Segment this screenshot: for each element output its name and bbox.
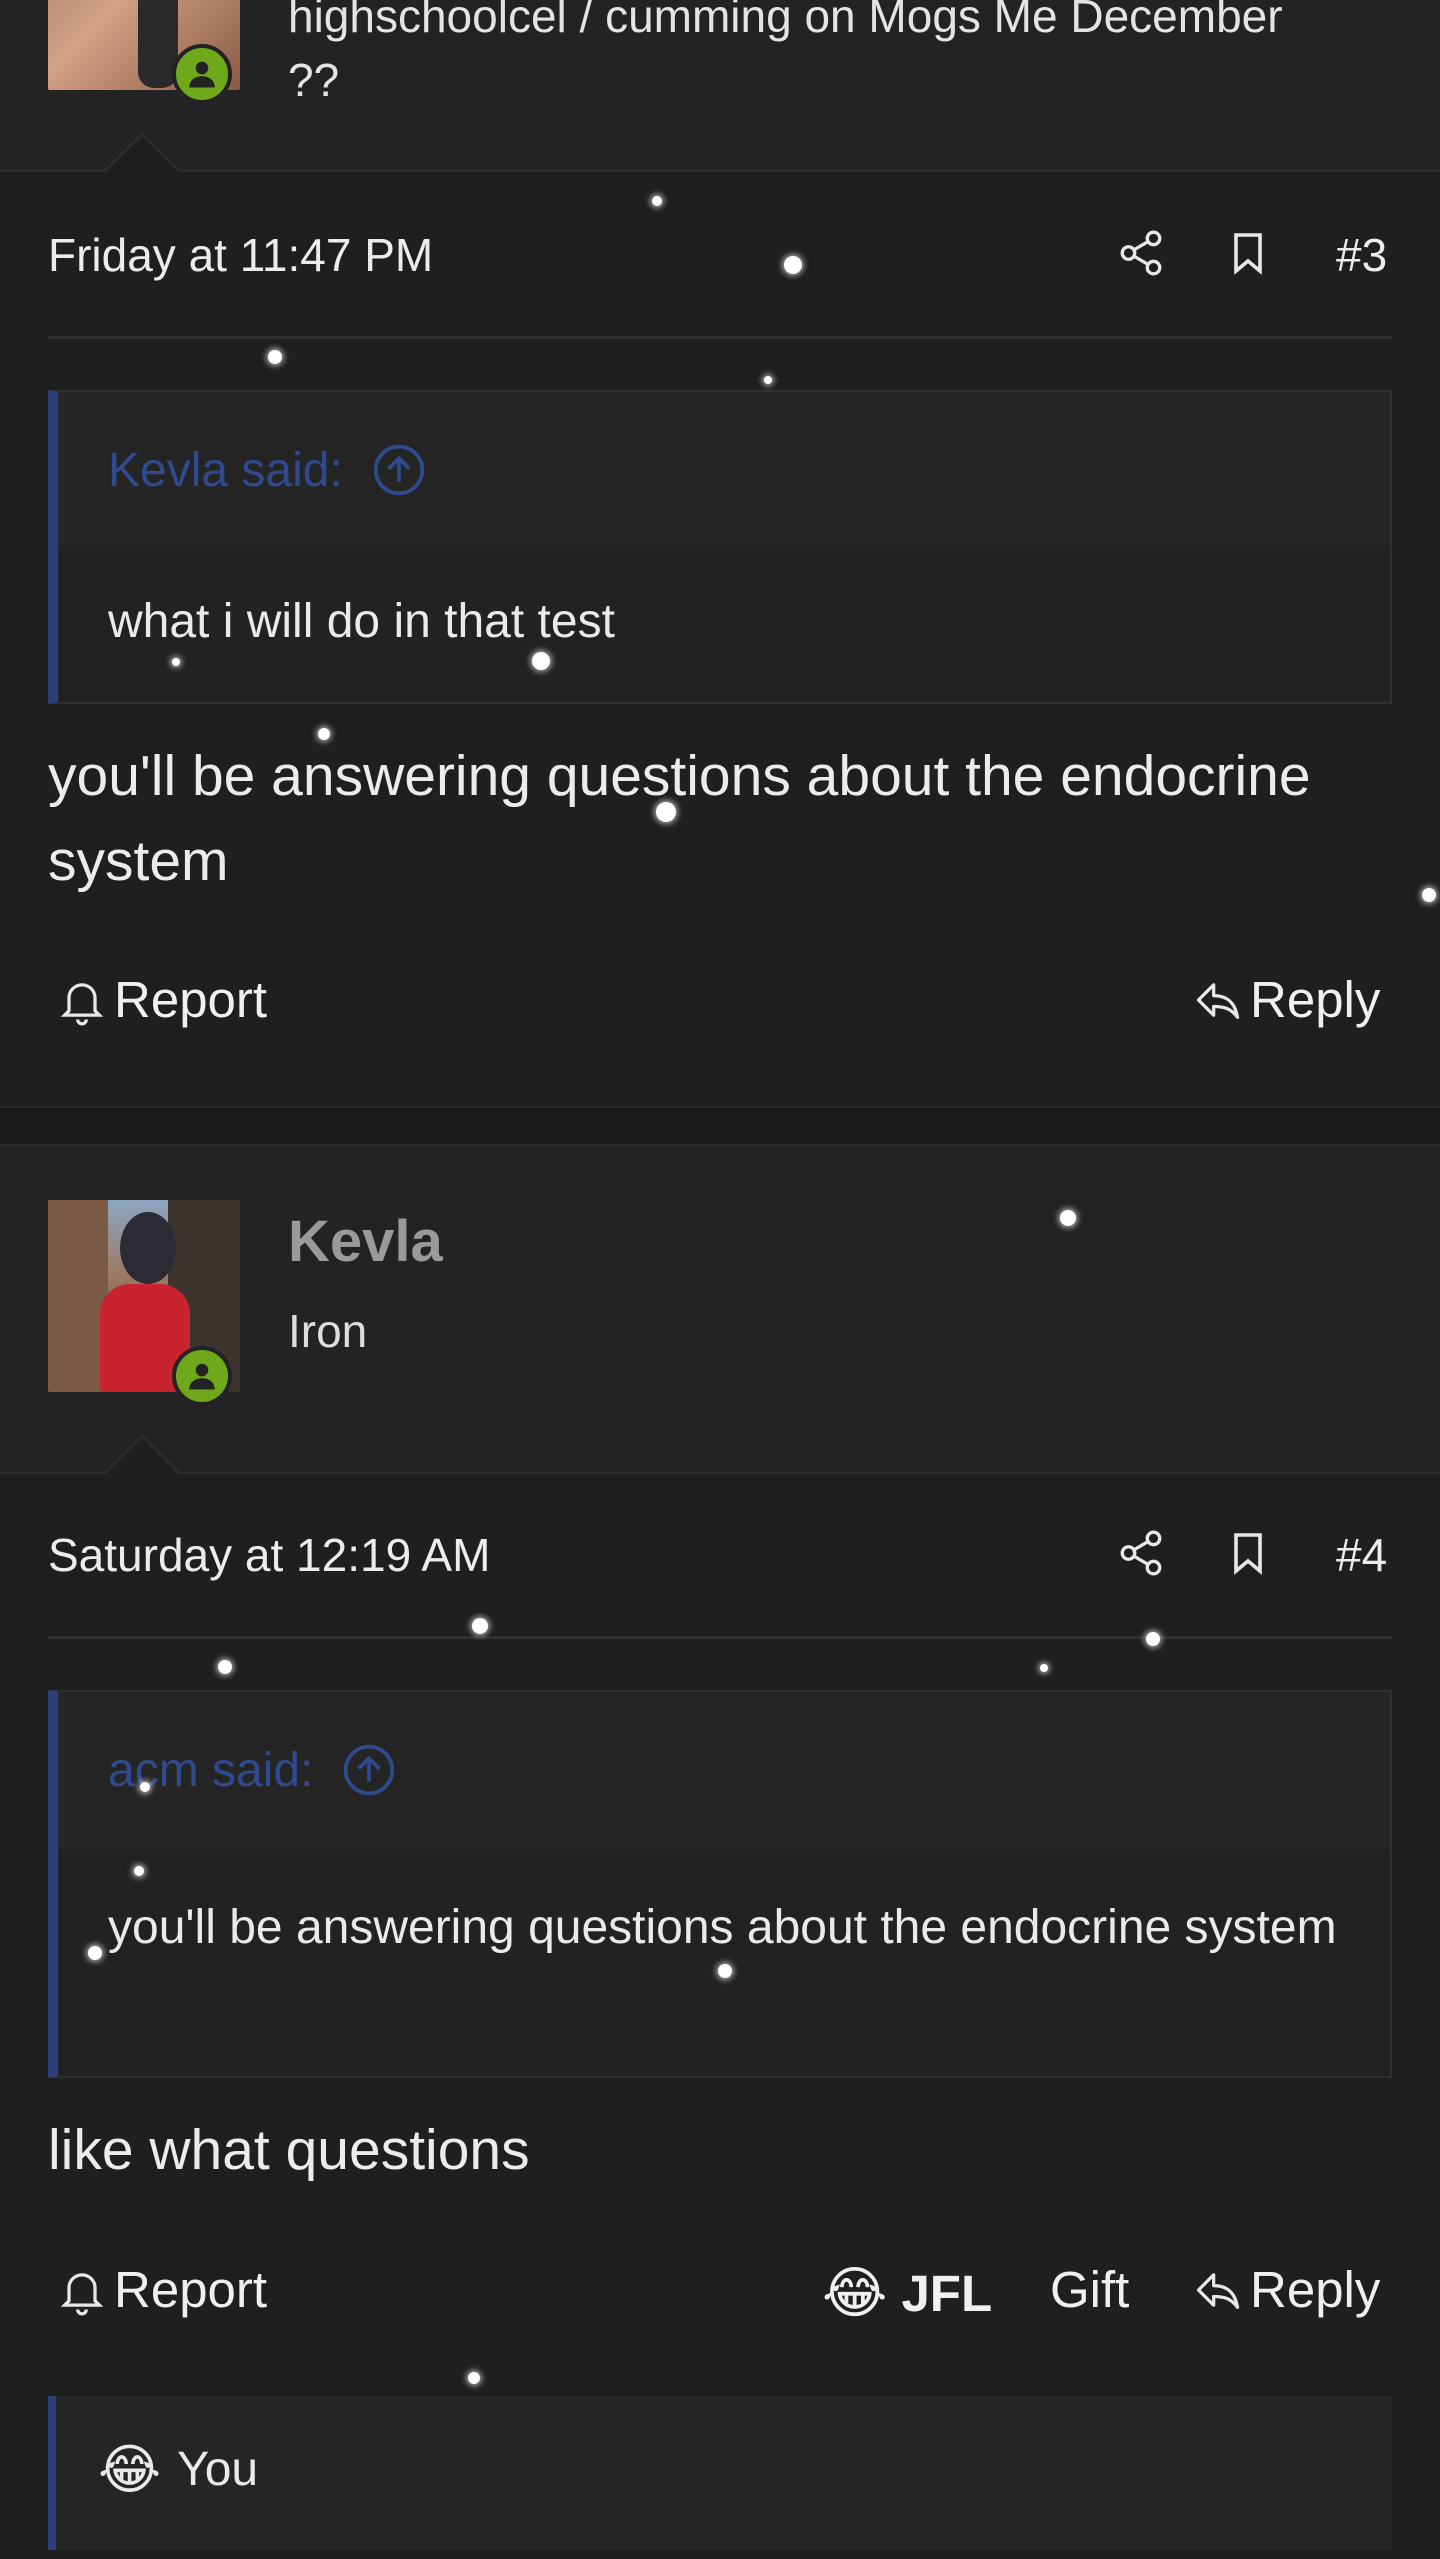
post-body: you'll be answering questions about the …	[48, 744, 1311, 893]
report-button[interactable]: Report	[56, 2260, 267, 2319]
user-block-notch-inner	[106, 136, 178, 172]
bell-icon	[60, 2272, 104, 2315]
report-label: Report	[114, 2261, 268, 2318]
snow-particle	[88, 1946, 102, 1960]
snow-particle	[652, 196, 662, 206]
snow-particle	[718, 1964, 732, 1978]
crying-laughing-icon: 😂	[822, 2261, 888, 2324]
reply-label: Reply	[1250, 971, 1381, 1028]
crying-laughing-icon: 😂	[98, 2440, 162, 2500]
online-status-icon	[172, 1346, 232, 1406]
snow-particle	[784, 256, 802, 274]
snow-particle	[656, 802, 676, 822]
reaction-summary-text: You	[177, 2443, 259, 2496]
gift-label: Gift	[1050, 2261, 1130, 2318]
quote-author[interactable]: Kevla said:	[108, 443, 343, 498]
reaction-summary[interactable]: 😂 You	[98, 2438, 258, 2501]
user-block-notch-inner	[106, 1438, 178, 1474]
quote-text: what i will do in that test	[108, 595, 615, 648]
snow-particle	[1060, 1210, 1076, 1226]
snow-particle	[468, 2372, 480, 2384]
share-icon[interactable]	[1116, 226, 1166, 280]
post-divider	[48, 1636, 1392, 1639]
post-number-link[interactable]: #4	[1336, 1528, 1387, 1582]
snow-particle	[218, 1660, 232, 1674]
quote-block: acm said: you'll be answering questions …	[48, 1690, 1392, 2078]
quote-author[interactable]: acm said:	[108, 1743, 313, 1798]
jump-to-quote-icon[interactable]	[371, 442, 427, 498]
snow-particle	[268, 350, 282, 364]
reply-label: Reply	[1250, 2261, 1381, 2318]
jfl-reaction-button[interactable]: 😂 JFL	[822, 2260, 992, 2326]
snow-particle	[1040, 1664, 1048, 1672]
quote-block: Kevla said: what i will do in that test	[48, 390, 1392, 704]
prev-user-title-line1: highschoolcel / cumming on Mogs Me Decem…	[288, 0, 1283, 42]
reply-icon	[1196, 982, 1240, 1019]
bell-icon	[60, 982, 104, 1025]
share-icon[interactable]	[1116, 1526, 1166, 1580]
prev-user-title: highschoolcel / cumming on Mogs Me Decem…	[288, 0, 1283, 112]
reply-icon	[1196, 2272, 1240, 2309]
jfl-label: JFL	[901, 2264, 993, 2322]
post-divider	[48, 336, 1392, 339]
report-button[interactable]: Report	[56, 970, 267, 1029]
snow-particle	[764, 376, 772, 384]
snow-particle	[318, 728, 330, 740]
post-separator	[0, 1106, 1440, 1146]
snow-particle	[134, 1866, 144, 1876]
snow-particle	[532, 652, 550, 670]
online-status-icon	[172, 44, 232, 104]
bookmark-icon[interactable]	[1224, 226, 1272, 280]
reply-button[interactable]: Reply	[1192, 970, 1380, 1029]
reply-button[interactable]: Reply	[1192, 2260, 1380, 2319]
prev-user-title-line2: ??	[288, 54, 340, 106]
gift-button[interactable]: Gift	[1050, 2260, 1129, 2319]
quote-attribution[interactable]: acm said:	[108, 1742, 397, 1798]
snow-particle	[1422, 888, 1436, 902]
snow-particle	[1146, 1632, 1160, 1646]
quote-text: you'll be answering questions about the …	[108, 1901, 1337, 1954]
snow-particle	[140, 1782, 150, 1792]
post-timestamp[interactable]: Saturday at 12:19 AM	[48, 1528, 490, 1582]
post-number-link[interactable]: #3	[1336, 228, 1387, 282]
bookmark-icon[interactable]	[1224, 1526, 1272, 1580]
post-timestamp[interactable]: Friday at 11:47 PM	[48, 228, 433, 282]
post-body: like what questions	[48, 2118, 530, 2182]
reaction-summary-bar[interactable]: 😂 You	[48, 2396, 1392, 2550]
snow-particle	[172, 658, 180, 666]
jump-to-quote-icon[interactable]	[341, 1742, 397, 1798]
report-label: Report	[114, 971, 268, 1028]
username-link[interactable]: Kevla	[288, 1208, 443, 1275]
quote-attribution[interactable]: Kevla said:	[108, 442, 427, 498]
user-title: Iron	[288, 1305, 368, 1357]
snow-particle	[472, 1618, 488, 1634]
